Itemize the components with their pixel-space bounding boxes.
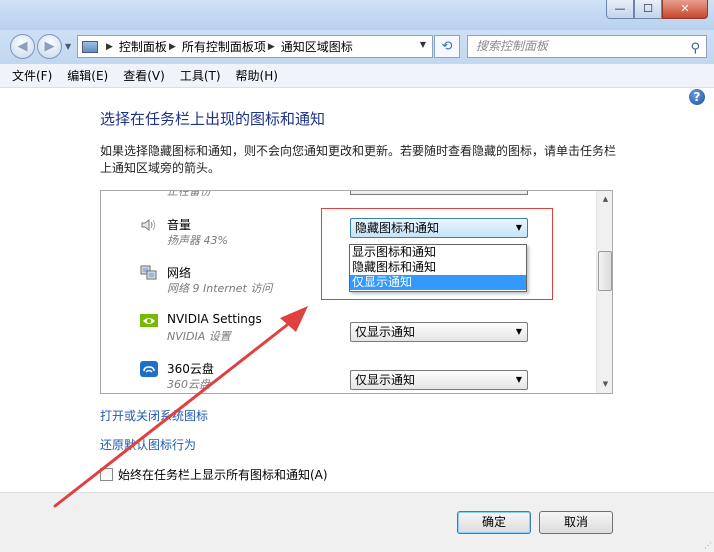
icon-description: NVIDIA 设置 [167, 330, 231, 343]
list-item-360-cloud: 360云盘 360云盘 仅显示通知 ▼ [101, 357, 597, 393]
list-scrollbar[interactable]: ▲ ▼ [596, 191, 612, 393]
breadcrumb-control-panel[interactable]: 控制面板 [119, 38, 167, 55]
arrow-right-icon: ▶ [44, 39, 55, 54]
back-button[interactable]: ◀ [10, 34, 35, 59]
menu-tools[interactable]: 工具(T) [180, 67, 221, 84]
icon-description: 网络 9 Internet 访问 [167, 282, 273, 295]
menu-bar: 文件(F) 编辑(E) 查看(V) 工具(T) 帮助(H) [0, 64, 714, 88]
scroll-up-icon[interactable]: ▲ [597, 191, 612, 208]
behavior-value: 仅显示通知 [355, 373, 416, 387]
scroll-thumb[interactable] [598, 251, 612, 291]
cloud-disk-icon [140, 361, 158, 377]
forward-button[interactable]: ▶ [37, 34, 62, 59]
window-controls: — ☐ ✕ [606, 0, 708, 19]
refresh-button[interactable]: ⟲ [434, 35, 460, 58]
breadcrumb-separator-icon[interactable]: ▶ [169, 42, 176, 52]
icon-name: 网络 [167, 266, 192, 280]
behavior-select-nvidia[interactable]: 仅显示通知 ▼ [350, 322, 528, 342]
ok-button[interactable]: 确定 [457, 511, 531, 534]
control-panel-icon [82, 40, 98, 53]
recent-pages-dropdown[interactable]: ▼ [65, 42, 71, 51]
search-input[interactable]: 搜索控制面板 ⚲ [467, 35, 707, 58]
breadcrumb-all-items[interactable]: 所有控制面板项 [182, 38, 266, 55]
always-show-option[interactable]: 始终在任务栏上显示所有图标和通知(A) [100, 466, 328, 483]
arrow-left-icon: ◀ [17, 39, 28, 54]
behavior-value: 仅显示通知 [355, 325, 416, 339]
cancel-button[interactable]: 取消 [539, 511, 613, 534]
annotation-highlight-box [321, 208, 553, 300]
always-show-checkbox[interactable] [100, 468, 113, 481]
icon-name: 360云盘 [167, 362, 214, 376]
chevron-down-icon: ▼ [65, 42, 72, 51]
network-icon [140, 265, 157, 280]
navigation-bar: ◀ ▶ ▼ ▶ 控制面板 ▶ 所有控制面板项 ▶ 通知区域图标 ▼ ⟲ 搜索控制… [0, 30, 714, 64]
list-item-nvidia: NVIDIA Settings NVIDIA 设置 仅显示通知 ▼ [101, 309, 597, 357]
icon-description: 扬声器 43% [167, 234, 228, 247]
address-bar[interactable]: ▶ 控制面板 ▶ 所有控制面板项 ▶ 通知区域图标 ▼ [77, 35, 433, 58]
link-restore-defaults[interactable]: 还原默认图标行为 [100, 436, 196, 453]
breadcrumb-separator-icon[interactable]: ▶ [268, 42, 275, 52]
scroll-down-icon[interactable]: ▼ [597, 376, 612, 393]
help-icon[interactable]: ? [689, 89, 705, 105]
menu-edit[interactable]: 编辑(E) [67, 67, 108, 84]
always-show-label[interactable]: 始终在任务栏上显示所有图标和通知(A) [118, 466, 328, 483]
speaker-icon [141, 219, 156, 231]
search-placeholder: 搜索控制面板 [476, 39, 549, 53]
breadcrumb-notification-icons[interactable]: 通知区域图标 [281, 38, 353, 55]
search-icon[interactable]: ⚲ [690, 38, 700, 59]
chevron-down-icon: ▼ [515, 327, 522, 336]
title-bar: — ☐ ✕ [0, 0, 714, 30]
close-button[interactable]: ✕ [662, 0, 708, 19]
nvidia-icon [140, 314, 158, 327]
icon-name: NVIDIA Settings [167, 312, 262, 326]
minimize-button[interactable]: — [606, 0, 634, 19]
breadcrumb-separator-icon[interactable]: ▶ [106, 42, 113, 52]
icon-description: 360云盘 [167, 378, 210, 391]
main-content: ? 选择在任务栏上出现的图标和通知 如果选择隐藏图标和通知，则不会向您通知更改和… [0, 88, 714, 492]
menu-help[interactable]: 帮助(H) [236, 67, 278, 84]
page-description: 如果选择隐藏图标和通知，则不会向您通知更改和更新。若要随时查看隐藏的图标，请单击… [100, 144, 617, 175]
link-system-icons[interactable]: 打开或关闭系统图标 [100, 407, 208, 424]
icon-name: 音量 [167, 218, 192, 232]
maximize-button[interactable]: ☐ [634, 0, 662, 19]
behavior-select-360-cloud[interactable]: 仅显示通知 ▼ [350, 370, 528, 390]
chevron-down-icon: ▼ [515, 375, 522, 384]
address-history-chevron-icon[interactable]: ▼ [420, 40, 426, 49]
behavior-select-partial[interactable] [350, 191, 528, 195]
menu-file[interactable]: 文件(F) [12, 67, 52, 84]
page-title: 选择在任务栏上出现的图标和通知 [100, 110, 326, 128]
dialog-footer: 确定 取消 ⋰ [0, 492, 714, 552]
list-item-partial-sub: 正在备份 [167, 190, 211, 198]
refresh-icon: ⟲ [441, 39, 453, 54]
menu-view[interactable]: 查看(V) [123, 67, 165, 84]
resize-grip-icon[interactable]: ⋰ [704, 541, 712, 550]
